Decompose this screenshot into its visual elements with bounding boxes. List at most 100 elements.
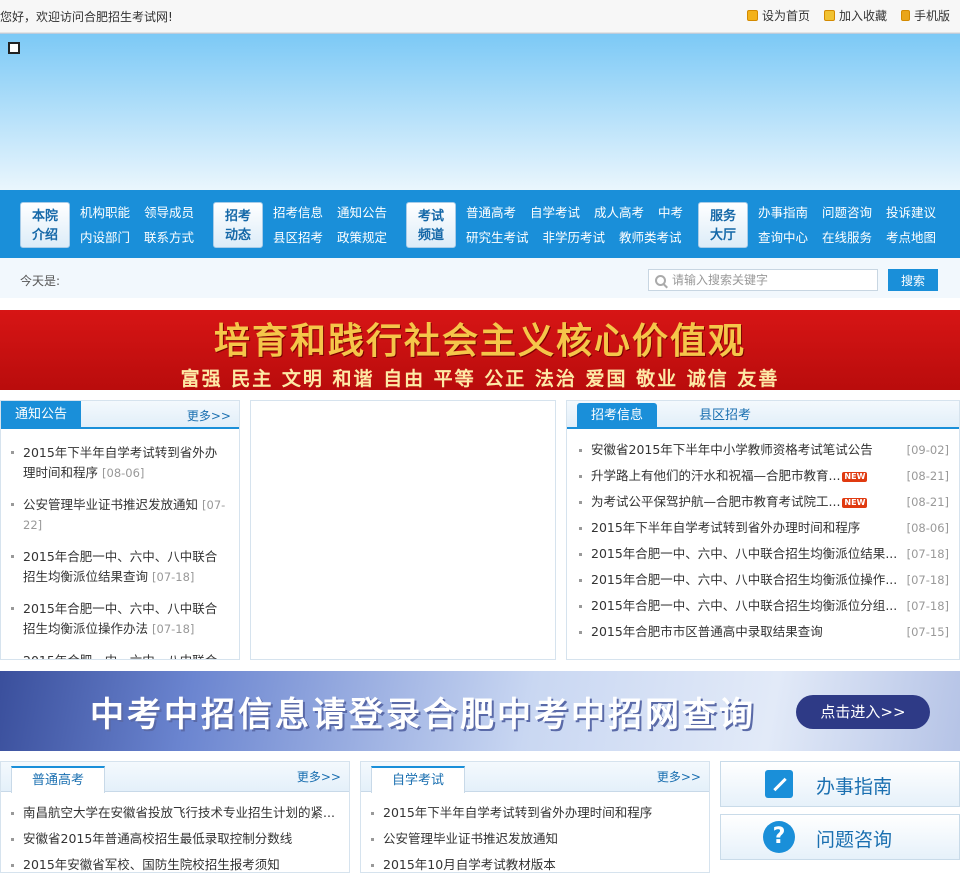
exam-info-item[interactable]: 安徽省2015年下半年中小学教师资格考试笔试公告 [09-02] [579,437,949,463]
nav-link[interactable]: 办事指南 [758,204,808,221]
nav-link[interactable]: 问题咨询 [822,204,872,221]
nav-about-button[interactable]: 本院 介绍 [20,202,70,248]
list-item[interactable]: 2015年安徽省军校、国防生院校招生报考须知 [11,852,339,873]
zikao-more-link[interactable]: 更多>> [657,768,701,785]
zikao-panel: 自学考试 更多>> 2015年下半年自学考试转到省外办理时间和程序 公安管理毕业… [360,761,710,873]
exam-info-item-title: 2015年合肥一中、六中、八中联合招生均衡派位操作... [591,572,898,587]
nav-link[interactable]: 自学考试 [530,204,580,221]
nav-btn-line2: 动态 [224,228,251,243]
service-guide-label: 办事指南 [816,776,893,798]
notice-more-link[interactable]: 更多>> [187,407,231,424]
nav-link[interactable]: 投诉建议 [886,204,936,221]
search-icon [655,274,666,286]
exam-info-item-title: 2015年合肥市市区普通高中录取结果查询 [591,624,823,639]
nav-btn-line1: 本院 [31,209,58,224]
nav-link[interactable]: 政策规定 [337,229,387,246]
mobile-version-link[interactable]: 手机版 [900,7,950,24]
search-bar: 今天是: 搜索 [0,258,960,298]
exam-info-item[interactable]: 升学路上有他们的汗水和祝福—合肥市教育... NEW [08-21] [579,463,949,489]
plugin-icon [8,42,20,54]
nav-link[interactable]: 普通高考 [466,204,516,221]
today-label: 今天是: [20,274,61,288]
exam-info-list: 安徽省2015年下半年中小学教师资格考试笔试公告 [09-02] 升学路上有他们的汗… [567,429,959,645]
service-consult-button[interactable]: ? 问题咨询 [720,814,960,860]
list-item[interactable]: 2015年10月自学考试教材版本 [371,852,699,873]
gaokao-more-link[interactable]: 更多>> [297,768,341,785]
nav-news-button[interactable]: 招考 动态 [213,202,263,248]
exam-info-item[interactable]: 2015年合肥一中、六中、八中联合招生均衡派位结果... [07-18] [579,541,949,567]
nav-link[interactable]: 研究生考试 [466,229,529,246]
list-item[interactable]: 安徽省2015年普通高校招生最低录取控制分数线 [11,826,339,852]
gaokao-list: 南昌航空大学在安徽省投放飞行技术专业招生计划的紧... 安徽省2015年普通高校… [1,792,349,873]
exam-info-item[interactable]: 2015年合肥一中、六中、八中联合招生均衡派位分组... [07-18] [579,593,949,619]
notice-item-text: 公安管理毕业证书推迟发放通知 [23,497,199,512]
set-homepage-label: 设为首页 [761,9,810,23]
exam-info-item-text: 2015年合肥一中、六中、八中联合招生均衡派位操作... [591,567,899,593]
list-item[interactable]: 南昌航空大学在安徽省投放飞行技术专业招生计划的紧... [11,800,339,826]
exam-info-item-title: 2015年合肥一中、六中、八中联合招生均衡派位结果... [591,546,898,561]
nav-link[interactable]: 中考 [658,204,683,221]
nav-links-news: 招考信息 通知公告 县区招考 政策规定 [273,202,387,246]
set-homepage-link[interactable]: 设为首页 [746,7,810,24]
nav-link[interactable]: 县区招考 [273,229,323,246]
tab-exam-info[interactable]: 招考信息 [577,403,658,429]
exam-info-item[interactable]: 2015年合肥一中、六中、八中联合招生均衡派位操作... [07-18] [579,567,949,593]
exam-info-item-title: 为考试公平保驾护航—合肥市教育考试院工... [591,494,841,509]
zhongkao-banner[interactable]: 中考中招信息请登录合肥中考中招网查询 点击进入>> [0,671,960,751]
gaokao-title: 普通高考 [11,766,106,793]
notice-item[interactable]: 2015年下半年自学考试转到省外办理时间和程序 [08-06] [11,443,229,483]
nav-link[interactable]: 内设部门 [80,229,130,246]
service-guide-button[interactable]: 办事指南 [720,761,960,807]
add-favorite-link[interactable]: 加入收藏 [823,7,887,24]
search-input[interactable] [666,273,861,287]
header-banner [0,33,960,190]
nav-link[interactable]: 机构职能 [80,204,130,221]
nav-link[interactable]: 通知公告 [337,204,387,221]
list-item[interactable]: 2015年下半年自学考试转到省外办理时间和程序 [371,800,699,826]
nav-link[interactable]: 在线服务 [822,229,872,246]
exam-info-panel: 招考信息 县区招考 安徽省2015年下半年中小学教师资格考试笔试公告 [09-02… [566,400,960,660]
exam-info-item-title: 安徽省2015年下半年中小学教师资格考试笔试公告 [591,442,873,457]
zhongkao-banner-text: 中考中招信息请登录合肥中考中招网查询 [90,695,756,735]
notice-item-date: [08-06] [102,466,145,480]
gaokao-panel: 普通高考 更多>> 南昌航空大学在安徽省投放飞行技术专业招生计划的紧... 安徽… [0,761,350,873]
service-consult-label: 问题咨询 [816,829,893,851]
exam-info-item[interactable]: 2015年下半年自学考试转到省外办理时间和程序 [08-06] [579,515,949,541]
tab-county-exam[interactable]: 县区招考 [685,403,765,429]
notice-item[interactable]: 2015年合肥一中、六中、八中联合招生均衡派位结果查询 [07-18] [11,547,229,587]
bookmark-icon [823,10,835,21]
nav-link[interactable]: 教师类考试 [619,229,682,246]
search-button[interactable]: 搜索 [888,269,938,291]
notice-item[interactable]: 2015年合肥一中、六中、八中联合招生 [11,651,229,659]
nav-link[interactable]: 招考信息 [273,204,323,221]
image-panel [250,400,556,660]
nav-exams-button[interactable]: 考试 频道 [406,202,456,248]
notice-item[interactable]: 2015年合肥一中、六中、八中联合招生均衡派位操作办法 [07-18] [11,599,229,639]
nav-link[interactable]: 联系方式 [144,229,194,246]
nav-link[interactable]: 非学历考试 [543,229,606,246]
new-badge: NEW [842,497,868,508]
list-item[interactable]: 公安管理毕业证书推迟发放通知 [371,826,699,852]
exam-info-item-title: 升学路上有他们的汗水和祝福—合肥市教育... [591,468,841,483]
exam-info-item-date: [08-06] [906,521,949,535]
nav-links-about: 机构职能 领导成员 内设部门 联系方式 [80,202,194,246]
zikao-list: 2015年下半年自学考试转到省外办理时间和程序 公安管理毕业证书推迟发放通知 2… [361,792,709,873]
nav-link[interactable]: 成人高考 [594,204,644,221]
exam-info-item-date: [07-15] [906,625,949,639]
nav-link[interactable]: 查询中心 [758,229,808,246]
nav-service-button[interactable]: 服务 大厅 [698,202,748,248]
nav-btn-line1: 服务 [709,209,736,224]
exam-info-item-text: 2015年下半年自学考试转到省外办理时间和程序 [591,515,899,541]
nav-link[interactable]: 考点地图 [886,229,936,246]
top-bar: 您好，欢迎访问合肥招生考试网! 设为首页 加入收藏 手机版 [0,0,960,33]
slogan-line1: 培育和践行社会主义核心价值观 [213,320,746,362]
enter-button[interactable]: 点击进入>> [796,695,930,729]
exam-info-item[interactable]: 2015年合肥市市区普通高中录取结果查询 [07-15] [579,619,949,645]
exam-info-item[interactable]: 为考试公平保驾护航—合肥市教育考试院工... NEW [08-21] [579,489,949,515]
notice-item-text: 2015年合肥一中、六中、八中联合招生 [23,653,217,659]
nav-link[interactable]: 领导成员 [144,204,194,221]
exam-info-item-date: [08-21] [906,469,949,483]
gaokao-header: 普通高考 更多>> [1,762,349,793]
notice-item[interactable]: 公安管理毕业证书推迟发放通知 [07-22] [11,495,229,535]
nav-btn-line2: 频道 [417,228,444,243]
